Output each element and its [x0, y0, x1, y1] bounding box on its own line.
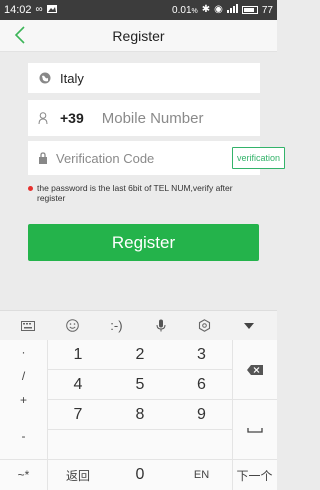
digit-key-5[interactable]: 5 — [109, 370, 171, 399]
numeric-keyboard: · / + - ~* 1 2 3 4 5 6 7 8 9 返回 0 EN 下一个 — [0, 340, 277, 490]
space-icon — [246, 427, 263, 433]
lock-icon — [38, 151, 48, 165]
back-button[interactable] — [8, 23, 32, 47]
backspace-icon — [246, 364, 263, 375]
bluetooth-icon: ✱ — [201, 4, 211, 15]
page-title: Register — [112, 27, 165, 44]
register-button[interactable]: Register — [28, 224, 259, 261]
signal-icon — [226, 4, 238, 16]
next-key[interactable]: 下一个 — [232, 460, 277, 490]
verification-code-input[interactable] — [56, 150, 232, 166]
chevron-left-icon — [14, 26, 25, 44]
backspace-key[interactable] — [232, 340, 277, 399]
back-key[interactable]: 返回 — [47, 460, 109, 490]
battery-level: 77 — [261, 4, 273, 16]
verification-row: verification — [28, 141, 286, 175]
user-icon — [38, 111, 48, 125]
mobile-input[interactable] — [101, 109, 301, 127]
country-name: Italy — [60, 70, 84, 86]
symbol-key-dot[interactable]: · — [0, 340, 47, 364]
symbol-key-tilde-star[interactable]: ~* — [0, 460, 47, 490]
collapse-icon[interactable] — [235, 322, 263, 329]
infinity-icon: ∞ — [35, 4, 43, 15]
battery-icon — [241, 6, 258, 14]
digit-key-7[interactable]: 7 — [47, 400, 109, 429]
alarm-icon: ◉ — [214, 4, 223, 15]
space-key[interactable] — [232, 400, 277, 459]
hint-dot — [28, 186, 33, 191]
mobile-row: +39 — [28, 100, 301, 136]
send-verification-button[interactable]: verification — [232, 147, 286, 169]
digit-key-2[interactable]: 2 — [109, 340, 171, 369]
symbol-key-plus[interactable]: + — [0, 388, 47, 412]
digit-key-8[interactable]: 8 — [109, 400, 171, 429]
password-hint: the password is the last 6bit of TEL NUM… — [28, 183, 262, 203]
country-selector[interactable]: Italy — [28, 63, 260, 93]
globe-icon — [38, 71, 52, 85]
digit-key-6[interactable]: 6 — [171, 370, 232, 399]
digit-key-1[interactable]: 1 — [47, 340, 109, 369]
digit-key-4[interactable]: 4 — [47, 370, 109, 399]
status-bar: 14:02 ∞ 0.01% ✱ ◉ 77 — [0, 0, 277, 20]
nav-bar: Register — [0, 20, 277, 52]
language-key[interactable]: EN — [171, 460, 232, 490]
emoji-icon[interactable] — [58, 319, 86, 332]
grid-line — [47, 429, 232, 430]
phone-prefix[interactable]: +39 — [60, 110, 84, 126]
emoticon-key[interactable]: :-) — [102, 318, 130, 333]
digit-key-0[interactable]: 0 — [109, 460, 171, 490]
image-icon — [46, 4, 57, 16]
clock: 14:02 — [4, 4, 32, 16]
settings-icon[interactable] — [191, 319, 219, 332]
hint-text: the password is the last 6bit of TEL NUM… — [37, 183, 233, 203]
keyboard-toolbar: :-) — [0, 310, 277, 340]
digit-key-9[interactable]: 9 — [171, 400, 232, 429]
network-speed: 0.01% — [172, 4, 198, 16]
digit-key-3[interactable]: 3 — [171, 340, 232, 369]
keyboard-icon[interactable] — [14, 320, 42, 331]
symbol-key-minus[interactable]: - — [0, 424, 47, 448]
symbol-key-slash[interactable]: / — [0, 364, 47, 388]
mic-icon[interactable] — [147, 319, 175, 332]
